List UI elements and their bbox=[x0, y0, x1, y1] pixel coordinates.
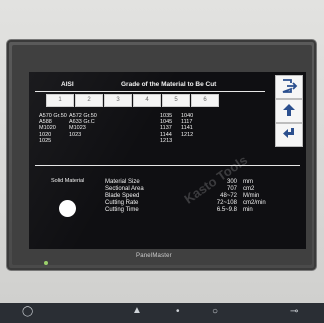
grade-button-3[interactable]: 3 bbox=[104, 94, 132, 107]
key-icon: ⊸ bbox=[290, 306, 299, 317]
hmi-screen: AISI Grade of the Material to Be Cut 1 2… bbox=[29, 72, 306, 249]
grade-column-4: 1040 1117 1141 1212 bbox=[181, 113, 193, 138]
solid-material-icon bbox=[59, 200, 76, 217]
arrow-back-icon bbox=[283, 128, 294, 138]
material-type-label: Solid Material bbox=[51, 178, 85, 184]
param-name: Blade Speed bbox=[105, 193, 140, 199]
grade-item[interactable]: 1023 bbox=[69, 132, 97, 138]
grade-button-5[interactable]: 5 bbox=[162, 94, 190, 107]
scroll-up-button[interactable] bbox=[275, 99, 303, 123]
arrow-up-icon bbox=[283, 104, 295, 116]
grade-column-1: A570 Gr.50 A588 M1020 1020 1025 bbox=[39, 113, 67, 144]
exit-icon bbox=[282, 79, 298, 93]
param-name: Cutting Rate bbox=[105, 200, 139, 206]
grade-item[interactable]: 1213 bbox=[160, 138, 172, 144]
back-button[interactable] bbox=[275, 123, 303, 147]
section-divider bbox=[35, 165, 300, 166]
param-unit: cm2/min bbox=[243, 200, 266, 206]
param-name: Material Size bbox=[105, 179, 140, 185]
grade-item[interactable]: 1144 bbox=[160, 132, 172, 138]
standard-label: AISI bbox=[61, 81, 74, 88]
param-name: Sectional Area bbox=[105, 186, 144, 192]
grade-item[interactable]: 1212 bbox=[181, 132, 193, 138]
param-unit: min bbox=[243, 207, 253, 213]
brand-label: PanelMaster bbox=[136, 253, 172, 259]
grade-button-6[interactable]: 6 bbox=[191, 94, 219, 107]
exit-button[interactable] bbox=[275, 75, 303, 99]
arrow-up-icon: ▲ bbox=[132, 305, 142, 316]
grade-button-4[interactable]: 4 bbox=[133, 94, 161, 107]
param-name: Cutting Time bbox=[105, 207, 139, 213]
power-icon: ◯ bbox=[22, 306, 34, 317]
param-value: 72~108 bbox=[216, 200, 237, 206]
grade-button-2[interactable]: 2 bbox=[75, 94, 103, 107]
param-value: 6.5~9.8 bbox=[216, 207, 237, 213]
grade-button-1[interactable]: 1 bbox=[46, 94, 74, 107]
grade-column-2: A572 Gr.50 A633 Gr.C M1023 1023 bbox=[69, 113, 97, 138]
ring-icon: ○ bbox=[212, 306, 219, 317]
grade-column-3: 1035 1045 1137 1144 1213 bbox=[160, 113, 172, 144]
param-unit: mm bbox=[243, 179, 253, 185]
page-title: Grade of the Material to Be Cut bbox=[121, 81, 217, 88]
grade-item[interactable]: 1137 bbox=[160, 125, 172, 131]
param-unit: cm2 bbox=[243, 186, 255, 192]
param-unit: M/min bbox=[243, 193, 260, 199]
status-led bbox=[44, 261, 48, 265]
dot-icon: • bbox=[176, 306, 180, 317]
grade-item[interactable]: 1025 bbox=[39, 138, 67, 144]
header-divider bbox=[35, 91, 265, 92]
device-bottom-strip: ◯ ▲ • ○ ⊸ bbox=[0, 303, 324, 323]
grade-item[interactable]: 1141 bbox=[181, 125, 193, 131]
